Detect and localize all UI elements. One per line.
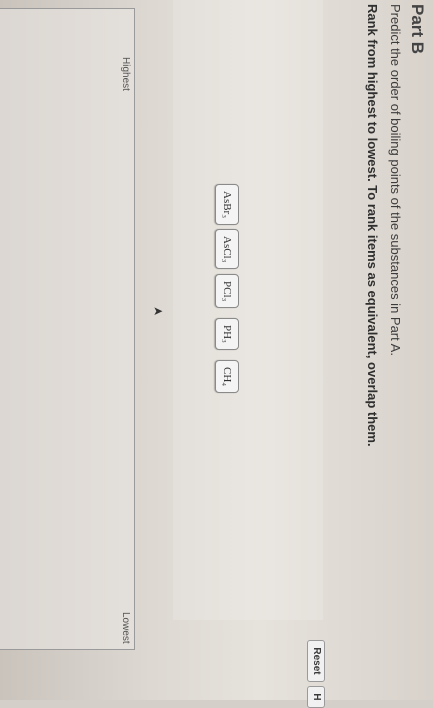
ranking-drop-zone[interactable] [0,8,135,650]
mouse-cursor-icon: ➤ [152,304,164,319]
draggable-item-ascl3[interactable]: AsCl₃ [215,229,239,270]
draggable-item-asbr3[interactable]: AsBr₃ [215,184,239,226]
reset-button[interactable]: Reset [307,640,325,682]
highest-label: Highest [120,57,131,91]
help-button[interactable]: H [307,686,325,708]
lowest-label: Lowest [120,612,131,644]
draggable-item-pcl3[interactable]: PCl₃ [215,274,239,309]
rank-instruction: Rank from highest to lowest. To rank ite… [365,4,380,447]
ranking-question-panel: Part B Predict the order of boiling poin… [0,0,433,708]
draggable-item-ch4[interactable]: CH₄ [215,360,239,394]
item-pool [173,0,323,620]
part-title: Part B [408,4,427,55]
draggable-item-ph3[interactable]: PH₃ [215,318,239,350]
question-instruction: Predict the order of boiling points of t… [388,4,403,356]
